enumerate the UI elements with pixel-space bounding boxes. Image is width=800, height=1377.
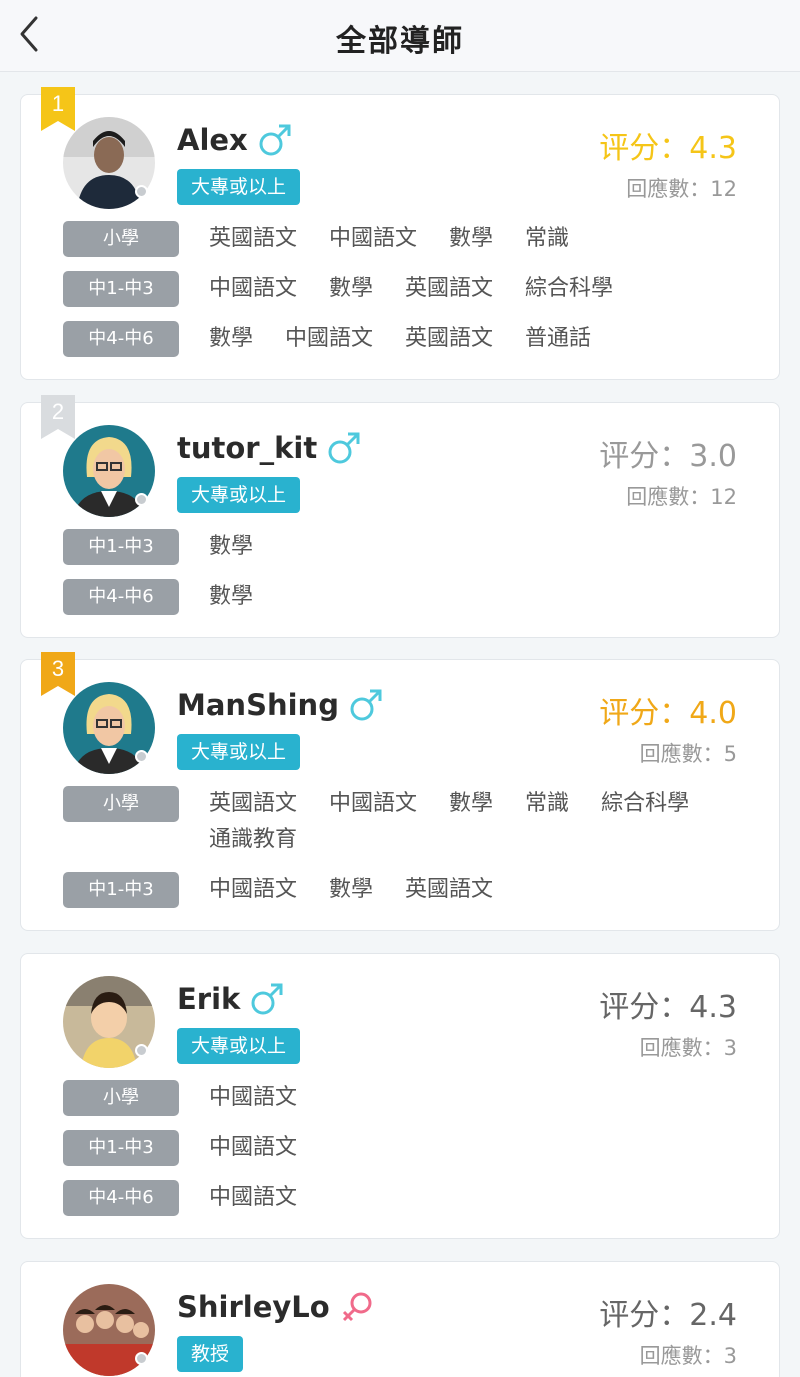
tutor-card[interactable]: 1 Alex 大專或以上 评分：4.3 回應數：12 小學 英國語文 中國語文 … xyxy=(20,87,780,380)
level-row: 中1-中3 中國語文 數學 英國語文 綜合科學 xyxy=(63,271,753,307)
level-badge: 小學 xyxy=(63,786,179,822)
tutor-name[interactable]: ShirleyLo xyxy=(177,1290,330,1324)
education-badge: 大專或以上 xyxy=(177,1028,301,1064)
level-badge: 中1-中3 xyxy=(63,1130,179,1166)
subject: 英國語文 xyxy=(405,326,494,351)
level-row: 中4-中6 數學 xyxy=(63,579,753,615)
tutor-card[interactable]: 2 tutor_kit 大專或以上 评分：3.0 回應數：12 中1-中3 數學 xyxy=(20,395,780,638)
level-row: 中1-中3 中國語文 xyxy=(63,1130,753,1166)
response-count: 回應數：12 xyxy=(626,177,737,201)
level-badge: 中1-中3 xyxy=(63,271,179,307)
subject: 數學 xyxy=(449,226,494,251)
subject: 中國語文 xyxy=(329,791,418,816)
rating: 评分：4.3 xyxy=(599,131,737,166)
female-icon xyxy=(342,1292,372,1322)
tutor-name[interactable]: Alex xyxy=(177,123,248,157)
male-icon xyxy=(328,432,360,464)
page-title: 全部導師 xyxy=(336,24,464,59)
level-badge: 中1-中3 xyxy=(63,529,179,565)
subject: 數學 xyxy=(209,326,254,351)
level-row: 小學 英國語文 中國語文 數學 常識 xyxy=(63,221,753,257)
subject: 綜合科學 xyxy=(601,791,690,816)
subject: 英國語文 xyxy=(209,226,298,251)
level-badge: 中4-中6 xyxy=(63,321,179,357)
rank-number: 3 xyxy=(51,656,65,681)
level-badge: 中4-中6 xyxy=(63,1180,179,1216)
subject: 中國語文 xyxy=(209,1185,298,1210)
subject: 英國語文 xyxy=(405,877,494,902)
education-badge: 大專或以上 xyxy=(177,169,301,205)
level-list: 小學 中國語文 中1-中3 中國語文 中4-中6 中國語文 xyxy=(63,1080,753,1230)
level-badge: 中1-中3 xyxy=(63,872,179,908)
subject: 數學 xyxy=(209,584,254,609)
tutor-name[interactable]: Erik xyxy=(177,982,240,1016)
male-icon xyxy=(350,689,382,721)
response-count: 回應數：5 xyxy=(639,742,737,766)
status-dot xyxy=(135,493,148,506)
subject: 綜合科學 xyxy=(525,276,614,301)
tutor-card[interactable]: Erik 大專或以上 评分：4.3 回應數：3 小學 中國語文 中1-中3 中國… xyxy=(20,953,780,1239)
rating: 评分：2.4 xyxy=(599,1298,737,1333)
response-count: 回應數：3 xyxy=(639,1344,737,1368)
level-row: 中1-中3 數學 xyxy=(63,529,753,565)
rank-badge: 2 xyxy=(41,395,75,439)
subject: 英國語文 xyxy=(405,276,494,301)
rank-number: 2 xyxy=(51,399,65,424)
response-count: 回應數：3 xyxy=(639,1036,737,1060)
tutor-name[interactable]: ManShing xyxy=(177,688,339,722)
subject: 數學 xyxy=(449,791,494,816)
subject: 英國語文 xyxy=(209,791,298,816)
status-dot xyxy=(135,1044,148,1057)
level-row: 中4-中6 中國語文 xyxy=(63,1180,753,1216)
subject: 中國語文 xyxy=(209,1135,298,1160)
level-row: 中1-中3 中國語文 數學 英國語文 xyxy=(63,872,753,908)
subject: 常識 xyxy=(525,791,570,816)
tutor-card[interactable]: 3 ManShing 大專或以上 评分：4.0 回應數：5 小學 英國語文 中國… xyxy=(20,652,780,931)
subject: 數學 xyxy=(329,276,374,301)
tutor-card[interactable]: ShirleyLo 教授 评分：2.4 回應數：3 xyxy=(20,1261,780,1377)
level-badge: 小學 xyxy=(63,221,179,257)
subject: 普通話 xyxy=(525,326,592,351)
subject: 中國語文 xyxy=(329,226,418,251)
rank-badge: 3 xyxy=(41,652,75,696)
top-bar: 全部導師 xyxy=(0,0,800,72)
subject: 中國語文 xyxy=(209,1085,298,1110)
level-list: 中1-中3 數學 中4-中6 數學 xyxy=(63,529,753,629)
male-icon xyxy=(259,124,291,156)
level-row: 小學 中國語文 xyxy=(63,1080,753,1116)
level-row: 中4-中6 數學 中國語文 英國語文 普通話 xyxy=(63,321,753,357)
subject: 數學 xyxy=(329,877,374,902)
rating: 评分：4.3 xyxy=(599,990,737,1025)
subject: 中國語文 xyxy=(209,877,298,902)
level-badge: 小學 xyxy=(63,1080,179,1116)
rating: 评分：3.0 xyxy=(599,439,737,474)
rank-number: 1 xyxy=(51,91,65,116)
level-row: 小學 英國語文 中國語文 數學 常識 綜合科學 通識教育 xyxy=(63,786,753,858)
subject: 中國語文 xyxy=(209,276,298,301)
rating: 评分：4.0 xyxy=(599,696,737,731)
subject: 數學 xyxy=(209,534,254,559)
response-count: 回應數：12 xyxy=(626,485,737,509)
subject: 中國語文 xyxy=(285,326,374,351)
education-badge: 大專或以上 xyxy=(177,477,301,513)
level-list: 小學 英國語文 中國語文 數學 常識 綜合科學 通識教育 中1-中3 中國語文 … xyxy=(63,786,753,922)
tutor-name[interactable]: tutor_kit xyxy=(177,431,317,465)
education-badge: 大專或以上 xyxy=(177,734,301,770)
subject: 通識教育 xyxy=(209,827,298,852)
status-dot xyxy=(135,750,148,763)
level-list: 小學 英國語文 中國語文 數學 常識 中1-中3 中國語文 數學 英國語文 綜合… xyxy=(63,221,753,371)
status-dot xyxy=(135,185,148,198)
subject: 常識 xyxy=(525,226,570,251)
education-badge: 教授 xyxy=(177,1336,244,1372)
status-dot xyxy=(135,1352,148,1365)
level-badge: 中4-中6 xyxy=(63,579,179,615)
rank-badge: 1 xyxy=(41,87,75,131)
male-icon xyxy=(251,983,283,1015)
